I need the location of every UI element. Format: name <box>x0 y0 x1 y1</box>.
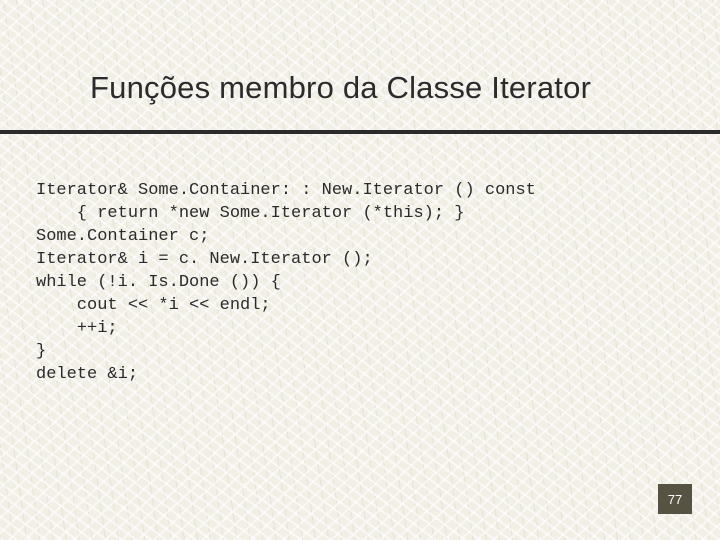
page-number: 77 <box>668 492 682 507</box>
slide: Funções membro da Classe Iterator Iterat… <box>0 0 720 540</box>
title-underline <box>0 130 720 134</box>
slide-title: Funções membro da Classe Iterator <box>90 70 591 106</box>
page-number-box: 77 <box>658 484 692 514</box>
code-block: Iterator& Some.Container: : New.Iterator… <box>36 180 536 386</box>
